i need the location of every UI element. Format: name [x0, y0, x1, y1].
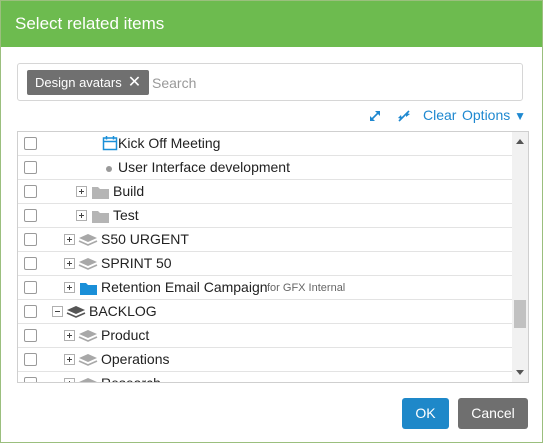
row-label: BACKLOG: [89, 303, 157, 319]
folder-icon: [92, 187, 109, 199]
tree-scrollbar[interactable]: [512, 132, 528, 382]
row-checkbox[interactable]: [24, 185, 37, 198]
tree-toolbar: Clear Options ▼: [361, 107, 529, 125]
tree-row[interactable]: Operations: [18, 348, 512, 372]
search-input[interactable]: [152, 70, 512, 95]
row-label: S50 URGENT: [101, 231, 189, 247]
layers-icon: [78, 234, 98, 246]
row-label: User Interface development: [118, 159, 290, 175]
expand-arrows-icon[interactable]: [368, 109, 382, 123]
row-sublabel: for GFX Internal: [267, 282, 346, 294]
row-label: Retention Email Campaign: [101, 279, 268, 295]
row-label: Product: [101, 327, 150, 343]
chip-label: Design avatars: [35, 75, 122, 90]
expand-toggle-icon[interactable]: [64, 378, 75, 382]
layers-icon: [78, 330, 98, 342]
tree-row[interactable]: Test: [18, 204, 512, 228]
item-tree: Kick Off Meeting User Interface developm…: [17, 131, 529, 383]
row-checkbox[interactable]: [24, 137, 37, 150]
row-label: Test: [113, 207, 139, 223]
row-checkbox[interactable]: [24, 257, 37, 270]
tree-row[interactable]: Retention Email Campaign for GFX Interna…: [18, 276, 512, 300]
row-checkbox[interactable]: [24, 329, 37, 342]
calendar-icon: [102, 136, 118, 151]
options-label: Options: [462, 107, 511, 123]
row-label: SPRINT 50: [101, 255, 172, 271]
scroll-down-icon[interactable]: [516, 370, 524, 375]
scrollbar-thumb[interactable]: [514, 300, 526, 328]
tree-row[interactable]: Research: [18, 372, 512, 383]
row-label: Research: [101, 375, 161, 383]
expand-toggle-icon[interactable]: [76, 210, 87, 221]
collapse-arrows-icon[interactable]: [397, 109, 411, 123]
row-label: Kick Off Meeting: [118, 135, 221, 151]
dialog-header: Select related items: [1, 1, 542, 47]
collapse-toggle-icon[interactable]: [52, 306, 63, 317]
tree-row[interactable]: BACKLOG: [18, 300, 512, 324]
search-box[interactable]: Design avatars ✕: [17, 63, 523, 101]
select-related-items-dialog: Select related items Design avatars ✕ Cl…: [0, 0, 543, 443]
layers-icon: [66, 306, 86, 318]
row-checkbox[interactable]: [24, 209, 37, 222]
row-checkbox[interactable]: [24, 281, 37, 294]
tree-row[interactable]: Product: [18, 324, 512, 348]
row-checkbox[interactable]: [24, 161, 37, 174]
row-checkbox[interactable]: [24, 233, 37, 246]
row-checkbox[interactable]: [24, 377, 37, 382]
tree-row[interactable]: SPRINT 50: [18, 252, 512, 276]
cancel-button[interactable]: Cancel: [458, 398, 528, 429]
expand-toggle-icon[interactable]: [64, 330, 75, 341]
tree-row[interactable]: Kick Off Meeting: [18, 132, 512, 156]
dialog-title: Select related items: [15, 14, 165, 33]
caret-down-icon: ▼: [514, 109, 527, 123]
expand-toggle-icon[interactable]: [76, 186, 87, 197]
tree-row[interactable]: Build: [18, 180, 512, 204]
ok-button[interactable]: OK: [402, 398, 449, 429]
folder-icon: [80, 283, 97, 295]
bullet-icon: [106, 166, 112, 172]
clear-link[interactable]: Clear: [423, 107, 456, 123]
layers-icon: [79, 378, 97, 382]
expand-toggle-icon[interactable]: [64, 234, 75, 245]
row-checkbox[interactable]: [24, 305, 37, 318]
scroll-up-icon[interactable]: [516, 139, 524, 144]
selected-tag-chip: Design avatars ✕: [27, 70, 150, 95]
expand-toggle-icon[interactable]: [64, 258, 75, 269]
folder-icon: [92, 211, 109, 223]
tree-row[interactable]: S50 URGENT: [18, 228, 512, 252]
options-link[interactable]: Options ▼: [462, 107, 526, 123]
layers-icon: [78, 258, 98, 270]
expand-toggle-icon[interactable]: [64, 282, 75, 293]
row-label: Build: [113, 183, 145, 199]
close-icon[interactable]: ✕: [128, 70, 141, 95]
row-label: Operations: [101, 351, 170, 367]
row-checkbox[interactable]: [24, 353, 37, 366]
expand-toggle-icon[interactable]: [64, 354, 75, 365]
layers-icon: [78, 354, 98, 366]
tree-row[interactable]: User Interface development: [18, 156, 512, 180]
